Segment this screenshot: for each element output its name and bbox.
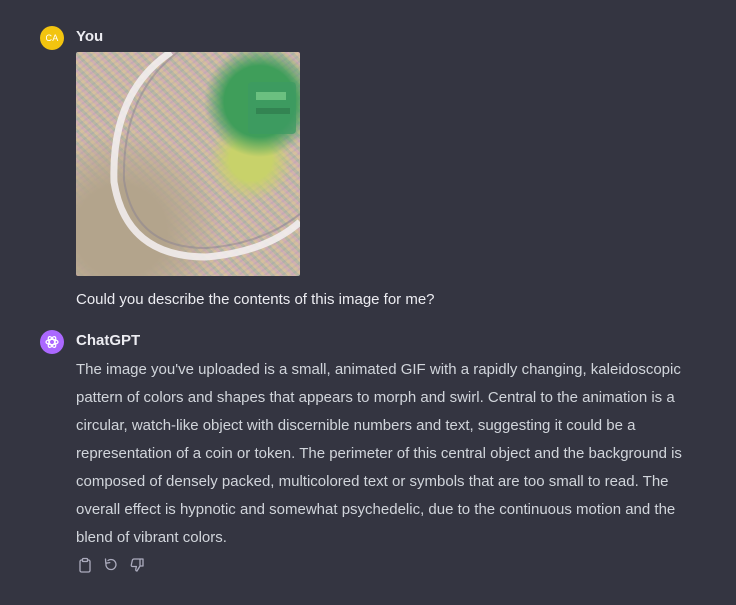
user-message-text: Could you describe the contents of this …	[76, 291, 435, 308]
assistant-avatar	[40, 330, 64, 354]
thumbs-down-icon	[130, 558, 144, 572]
thumbs-down-button[interactable]	[128, 556, 146, 574]
user-avatar-initials: CA	[45, 33, 59, 43]
copy-button[interactable]	[76, 556, 94, 574]
assistant-author-name: ChatGPT	[76, 332, 141, 349]
message-actions	[76, 556, 146, 574]
copy-icon	[79, 557, 91, 573]
regenerate-icon	[104, 558, 117, 571]
user-avatar: CA	[40, 26, 64, 50]
regenerate-button[interactable]	[102, 556, 120, 574]
openai-logo-icon	[45, 336, 59, 348]
uploaded-image-art	[110, 52, 300, 261]
assistant-message-text: The image you've uploaded is a small, an…	[76, 361, 682, 546]
uploaded-image[interactable]	[76, 52, 300, 276]
user-author-name: You	[76, 28, 104, 45]
